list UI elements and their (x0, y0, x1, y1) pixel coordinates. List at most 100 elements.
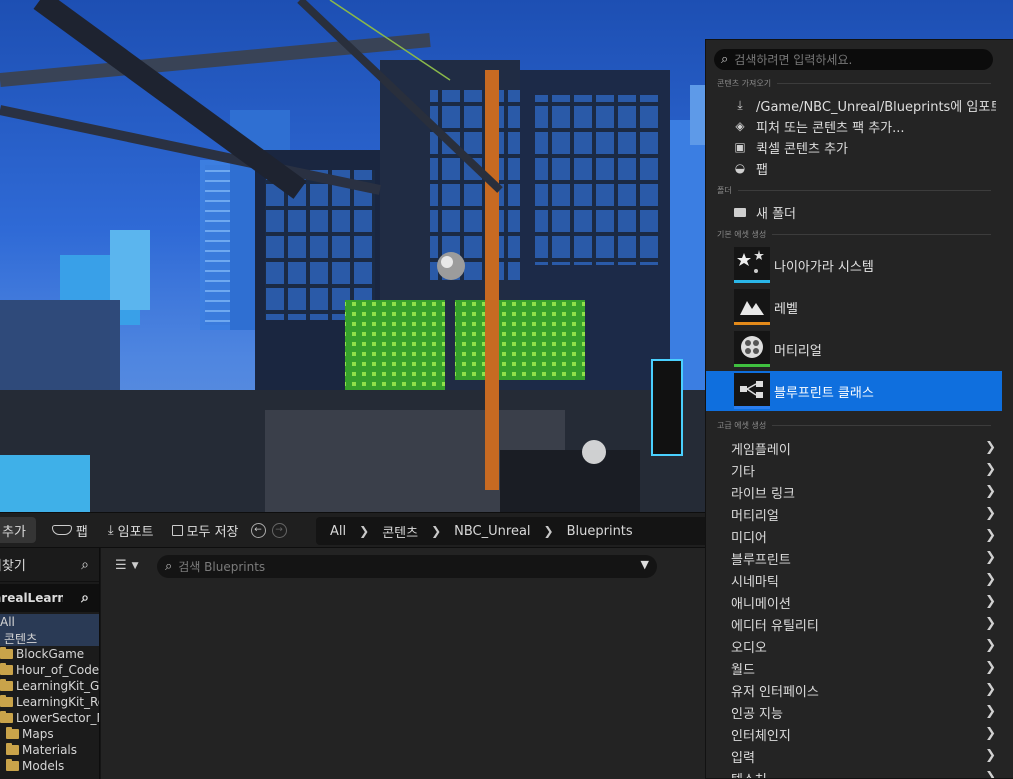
project-header[interactable]: UnrealLearningKit ⌕ (0, 584, 99, 612)
favorites-label: 즐겨찾기 (0, 559, 26, 574)
section-header-folder: 폴더 (717, 185, 991, 196)
tree-item[interactable]: LearningKit_Ga (0, 678, 99, 694)
favorites-header[interactable]: 즐겨찾기 ⌕ (0, 548, 99, 582)
menu-search-input[interactable]: ⌕ 검색하려면 입력하세요. (714, 49, 993, 70)
asset-item[interactable]: 머티리얼 (706, 329, 1002, 369)
submenu-item[interactable]: 라이브 링크 ❯ (706, 481, 1002, 503)
tree-item[interactable]: Models (0, 758, 99, 774)
submenu-item[interactable]: 게임플레이 ❯ (706, 437, 1002, 459)
add-asset-menu: ⌕ 검색하려면 입력하세요. 콘텐츠 가져오기 ⤓ /Game/NBC_Unrea… (705, 39, 1013, 779)
chevron-down-icon: ▼ (131, 560, 139, 571)
folder-icon (0, 695, 13, 707)
submenu-item[interactable]: 블루프린트 ❯ (706, 547, 1002, 569)
tree-item-label: LearningKit_Ga (16, 679, 100, 693)
breadcrumb-item[interactable]: All (330, 524, 346, 539)
folder-tree: All 콘텐츠 BlockGame Hour_of_Code LearningKit_G… (0, 614, 99, 774)
blueprint-icon (734, 373, 770, 409)
niagara-icon (734, 247, 770, 283)
submenu-item[interactable]: 애니메이션 ❯ (706, 591, 1002, 613)
breadcrumb: All ❯ 콘텐츠 ❯ NBC_Unreal ❯ Blueprints (316, 517, 736, 545)
back-arrow-icon[interactable]: ← (250, 522, 266, 538)
filter-button[interactable]: ☰ ▼ (115, 558, 139, 573)
submenu-item[interactable]: 오디오 ❯ (706, 635, 1002, 657)
fab-button[interactable]: 팹 (46, 517, 94, 543)
tree-item-label: LearningKit_Ro (16, 695, 100, 709)
material-icon (734, 331, 770, 367)
folder-icon (6, 727, 19, 739)
submenu-item[interactable]: 머티리얼 ❯ (706, 503, 1002, 525)
chevron-right-icon[interactable]: ❯ (544, 524, 554, 538)
submenu-item-label: 입력 (731, 750, 755, 766)
sources-panel: 즐겨찾기 ⌕ UnrealLearningKit ⌕ All 콘텐츠BlockGa… (0, 548, 100, 779)
search-icon[interactable]: ⌕ (81, 557, 89, 573)
menu-item-import[interactable]: ▣ 퀵셀 콘텐츠 추가 (706, 136, 1002, 158)
new-folder-button[interactable]: 새 폴더 (706, 201, 1002, 223)
chevron-right-icon: ❯ (985, 616, 996, 631)
save-all-button[interactable]: 모두 저장 (166, 517, 245, 543)
tree-item[interactable]: BlockGame (0, 646, 99, 662)
tree-item[interactable]: Hour_of_Code (0, 662, 99, 678)
submenu-item[interactable]: 텍스처 ❯ (706, 767, 1002, 779)
folder-icon (6, 743, 19, 755)
menu-item-label: 피처 또는 콘텐츠 팩 추가... (756, 120, 905, 136)
asset-item-label: 레벨 (774, 301, 798, 317)
menu-item-label: 새 폴더 (756, 206, 797, 222)
search-icon[interactable]: ⌕ (81, 590, 89, 606)
submenu-item-label: 오디오 (731, 640, 767, 656)
submenu-item[interactable]: 유저 인터페이스 ❯ (706, 679, 1002, 701)
breadcrumb-item[interactable]: NBC_Unreal (454, 524, 530, 539)
tree-item[interactable]: LowerSector_M (0, 710, 99, 726)
submenu-item[interactable]: 기타 ❯ (706, 459, 1002, 481)
chevron-right-icon[interactable]: ❯ (431, 524, 441, 538)
submenu-item-label: 블루프린트 (731, 552, 791, 568)
asset-item[interactable]: 나이아가라 시스템 (706, 245, 1002, 285)
section-header-basic: 기본 에셋 생성 (717, 229, 991, 240)
new-folder-icon (733, 205, 747, 219)
menu-item-import[interactable]: ⤓ /Game/NBC_Unreal/Blueprints에 임포트... (706, 94, 1002, 116)
submenu-item-label: 텍스처 (731, 769, 767, 779)
submenu-item[interactable]: 월드 ❯ (706, 657, 1002, 679)
tree-item[interactable]: LearningKit_Ro (0, 694, 99, 710)
asset-item[interactable]: 레벨 (706, 287, 1002, 327)
menu-search-placeholder: 검색하려면 입력하세요. (734, 53, 853, 67)
chevron-down-icon[interactable]: ▼ (641, 558, 649, 571)
breadcrumb-item[interactable]: 콘텐츠 (382, 522, 418, 541)
tree-item-label: Materials (22, 743, 78, 757)
asset-item[interactable]: 블루프린트 클래스 (706, 371, 1002, 411)
submenu-item[interactable]: 에디터 유틸리티 ❯ (706, 613, 1002, 635)
tree-item[interactable]: All (0, 614, 99, 630)
chevron-right-icon: ❯ (985, 638, 996, 653)
filter-icon: ☰ (115, 558, 127, 573)
import-icon: ⤓ (107, 522, 114, 538)
add-button[interactable]: 추가 (0, 517, 36, 543)
forward-arrow-icon[interactable]: → (271, 522, 287, 538)
chevron-right-icon: ❯ (985, 660, 996, 675)
tree-item[interactable]: Materials (0, 742, 99, 758)
menu-item-label: /Game/NBC_Unreal/Blueprints에 임포트... (756, 99, 996, 115)
submenu-item[interactable]: 시네마틱 ❯ (706, 569, 1002, 591)
submenu-item[interactable]: 인터체인지 ❯ (706, 723, 1002, 745)
breadcrumb-item[interactable]: Blueprints (567, 524, 633, 539)
asset-item-label: 머티리얼 (774, 343, 822, 359)
section-header-label: 고급 에셋 생성 (717, 421, 767, 430)
asset-search-input[interactable]: ⌕ 검색 Blueprints ▼ (157, 555, 657, 578)
asset-view[interactable]: ☰ ▼ ⌕ 검색 Blueprints ▼ (101, 548, 705, 779)
chevron-right-icon: ❯ (985, 506, 996, 521)
folder-icon (0, 663, 13, 675)
submenu-item-label: 에디터 유틸리티 (731, 618, 819, 634)
asset-search-placeholder: 검색 Blueprints (178, 560, 266, 574)
asset-color-bar (734, 322, 770, 325)
asset-item-label: 블루프린트 클래스 (774, 385, 874, 401)
menu-item-import[interactable]: ◈ 피처 또는 콘텐츠 팩 추가... (706, 115, 1002, 137)
submenu-item[interactable]: 인공 지능 ❯ (706, 701, 1002, 723)
chevron-right-icon[interactable]: ❯ (359, 524, 369, 538)
submenu-item[interactable]: 입력 ❯ (706, 745, 1002, 767)
submenu-item[interactable]: 미디어 ❯ (706, 525, 1002, 547)
tree-item[interactable]: 콘텐츠 (0, 630, 99, 646)
menu-item-import[interactable]: ◒ 팹 (706, 157, 1002, 179)
feature-pack-icon: ◈ (735, 119, 745, 133)
section-header-label: 콘텐츠 가져오기 (717, 79, 772, 88)
folder-icon (0, 711, 13, 723)
tree-item[interactable]: Maps (0, 726, 99, 742)
import-button[interactable]: ⤓ 임포트 (102, 517, 160, 543)
